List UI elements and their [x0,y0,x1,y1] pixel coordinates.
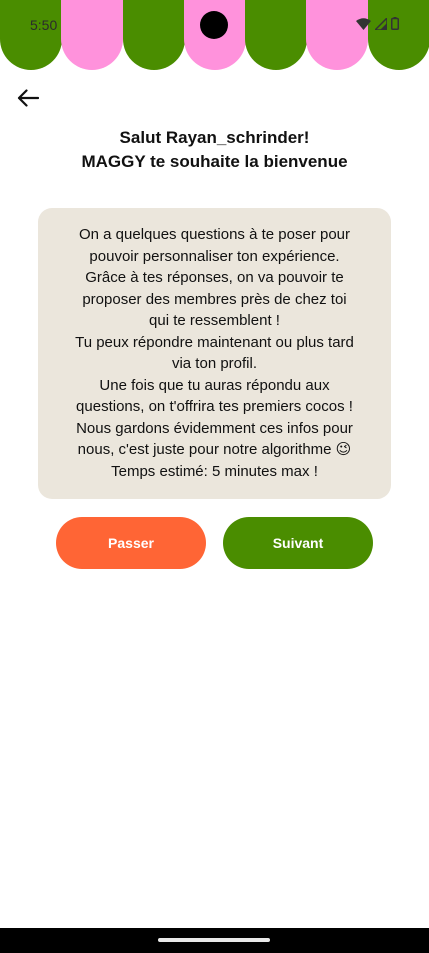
front-camera [200,11,228,39]
signal-icon [375,17,387,30]
intro-text-line: proposer des membres près de chez toi [82,290,347,308]
battery-icon [391,17,399,30]
welcome-heading: Salut Rayan_schrinder! MAGGY te souhaite… [0,126,429,174]
back-button[interactable] [14,84,42,112]
intro-text-line: pouvoir personnaliser ton expérience. [89,247,340,265]
intro-text-line: Temps estimé: 5 minutes max ! [111,462,318,480]
intro-text-line: Grâce à tes réponses, on va pouvoir te [85,269,344,286]
intro-text-line: Nous gardons évidemment ces infos pour [76,419,353,437]
intro-text-line: On a quelques questions à te poser pour [78,226,351,243]
intro-text-line: qui te ressemblent ! [149,312,280,329]
intro-card: On a quelques questions à te poser pour … [38,208,391,499]
status-bar: 5:50 [0,0,429,50]
navigation-bar [0,928,429,953]
greeting-line: Salut Rayan_schrinder! [119,128,310,147]
wifi-icon [356,17,371,30]
home-gesture-handle[interactable] [158,938,270,942]
intro-text-line: Tu peux répondre maintenant ou plus tard [75,333,354,351]
status-icons [356,17,399,30]
intro-text-line: via ton profil. [171,355,258,372]
arrow-left-icon [17,89,39,107]
skip-button[interactable]: Passer [56,517,206,569]
next-button[interactable]: Suivant [223,517,373,569]
intro-text-line: questions, on t'offrira tes premiers coc… [76,398,353,415]
status-time: 5:50 [30,17,58,33]
intro-text-line: Une fois que tu auras répondu aux [99,376,330,394]
intro-text-line: nous, c'est juste pour notre algorithme … [77,441,352,458]
welcome-line: MAGGY te souhaite la bienvenue [81,152,348,171]
